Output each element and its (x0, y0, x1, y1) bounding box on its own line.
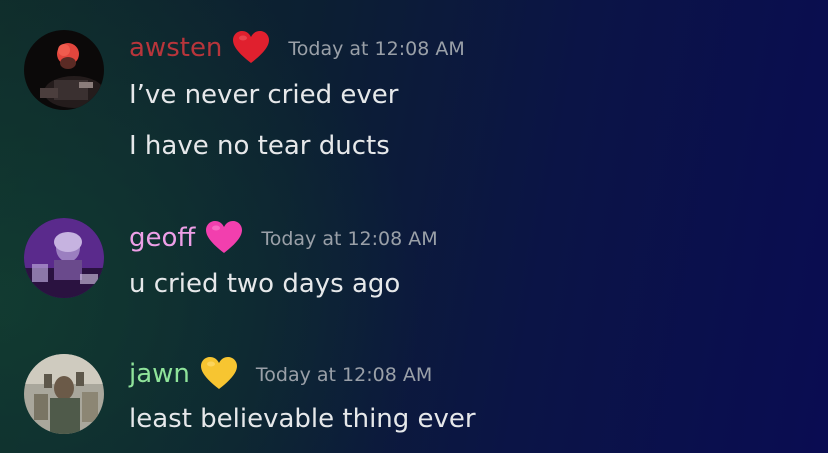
username[interactable]: awsten (129, 33, 222, 63)
timestamp: Today at 12:08 AM (261, 228, 438, 250)
username[interactable]: jawn (129, 359, 190, 389)
chat-message-list: awsten Today at 12:08 AM I’ve never crie… (0, 0, 828, 453)
message-text: u cried two days ago (129, 269, 401, 299)
message-header: jawn Today at 12:08 AM (129, 354, 432, 394)
timestamp: Today at 12:08 AM (255, 364, 433, 386)
message-text: least believable thing ever (129, 404, 476, 434)
avatar[interactable] (24, 218, 104, 298)
message-text: I have no tear ducts (129, 131, 390, 161)
message-header: awsten Today at 12:08 AM (129, 28, 465, 68)
red-heart-icon (232, 31, 270, 65)
pink-heart-icon (205, 221, 243, 255)
avatar[interactable] (24, 30, 104, 110)
yellow-heart-icon (200, 357, 238, 391)
message-text: I’ve never cried ever (129, 80, 399, 110)
message-header: geoff Today at 12:08 AM (129, 218, 438, 258)
username[interactable]: geoff (129, 223, 195, 253)
timestamp: Today at 12:08 AM (288, 38, 465, 60)
avatar[interactable] (24, 354, 104, 434)
